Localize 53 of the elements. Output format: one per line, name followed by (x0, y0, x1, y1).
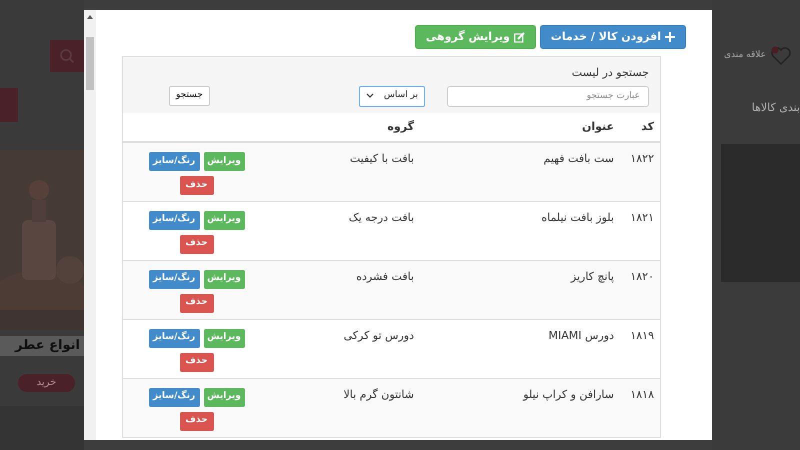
delete-button[interactable]: حذف (178, 234, 214, 254)
table-cell: بافت درجه یک (348, 210, 414, 224)
table-cell: ست بافت فهیم (544, 152, 614, 165)
delete-button[interactable]: حذف (178, 175, 214, 196)
table-cell: بافت فشرده (356, 270, 414, 282)
color-size-button[interactable]: رنگ/سایز (148, 328, 200, 348)
buy-button[interactable]: خرید (18, 374, 75, 392)
delete-button[interactable]: حذف (178, 292, 214, 314)
search-field[interactable]: عبارت جستجو (447, 86, 649, 106)
scroll-up-icon[interactable] (86, 13, 94, 21)
table-cell: ۱۸۲۱ (630, 210, 654, 224)
column-header: گروه (387, 120, 414, 132)
color-size-button[interactable]: رنگ/سایز (148, 386, 200, 408)
delete-button[interactable]: حذف (178, 410, 214, 432)
search-icon (59, 48, 75, 64)
edit-button[interactable]: ویرایش (202, 268, 246, 290)
menu-tab[interactable] (0, 88, 18, 122)
delete-button[interactable]: حذف (178, 352, 214, 372)
table-cell: ۱۸۱۹ (630, 328, 654, 342)
table-cell: ۱۸۲۲ (630, 152, 654, 165)
table-cell: ۱۸۲۰ (630, 270, 654, 282)
edit-button[interactable]: ویرایش (202, 151, 246, 172)
color-size-button[interactable]: رنگ/سایز (148, 268, 200, 290)
column-header: عنوان (582, 120, 614, 132)
table-cell: پانچ کاریز (570, 270, 614, 282)
table-cell: بلوز بافت نیلماه (541, 210, 614, 224)
plus-icon (665, 32, 675, 42)
bulk-edit-button[interactable]: ویرایش گروهی (414, 25, 536, 49)
promo-title: انواع عطر (0, 336, 84, 356)
search-label: جستجو در لیست (570, 65, 649, 81)
table-cell: شانتون گرم بالا (343, 388, 414, 400)
edit-button[interactable]: ویرایش (202, 386, 246, 408)
column-header: کد (641, 120, 654, 132)
table-cell: دورس تو کرکی (344, 328, 414, 342)
table-cell: بافت با کیفیت (350, 152, 414, 165)
favorites-label[interactable]: علاقه مندی (724, 49, 766, 63)
edit-button[interactable]: ویرایش (202, 328, 246, 348)
edit-icon (514, 32, 525, 42)
search-button[interactable]: جستجو (169, 86, 210, 106)
scrollbar[interactable] (84, 10, 96, 440)
table-cell: دورس MIAMI (548, 328, 614, 342)
table-cell: سارافن و کراپ نیلو (523, 388, 614, 400)
table-cell: ۱۸۱۸ (630, 388, 654, 400)
search-button[interactable] (50, 40, 84, 72)
color-size-button[interactable]: رنگ/سایز (148, 210, 200, 230)
heart-icon[interactable] (770, 46, 792, 66)
scroll-thumb[interactable] (86, 37, 94, 90)
add-product-button[interactable]: افزودن کالا / خدمات (540, 25, 686, 49)
category-heading: بندی کالاها (750, 100, 800, 116)
chevron-down-icon (366, 93, 374, 99)
color-size-button[interactable]: رنگ/سایز (148, 151, 200, 172)
filter-select[interactable]: بر اساس (359, 86, 425, 106)
edit-button[interactable]: ویرایش (202, 210, 246, 230)
